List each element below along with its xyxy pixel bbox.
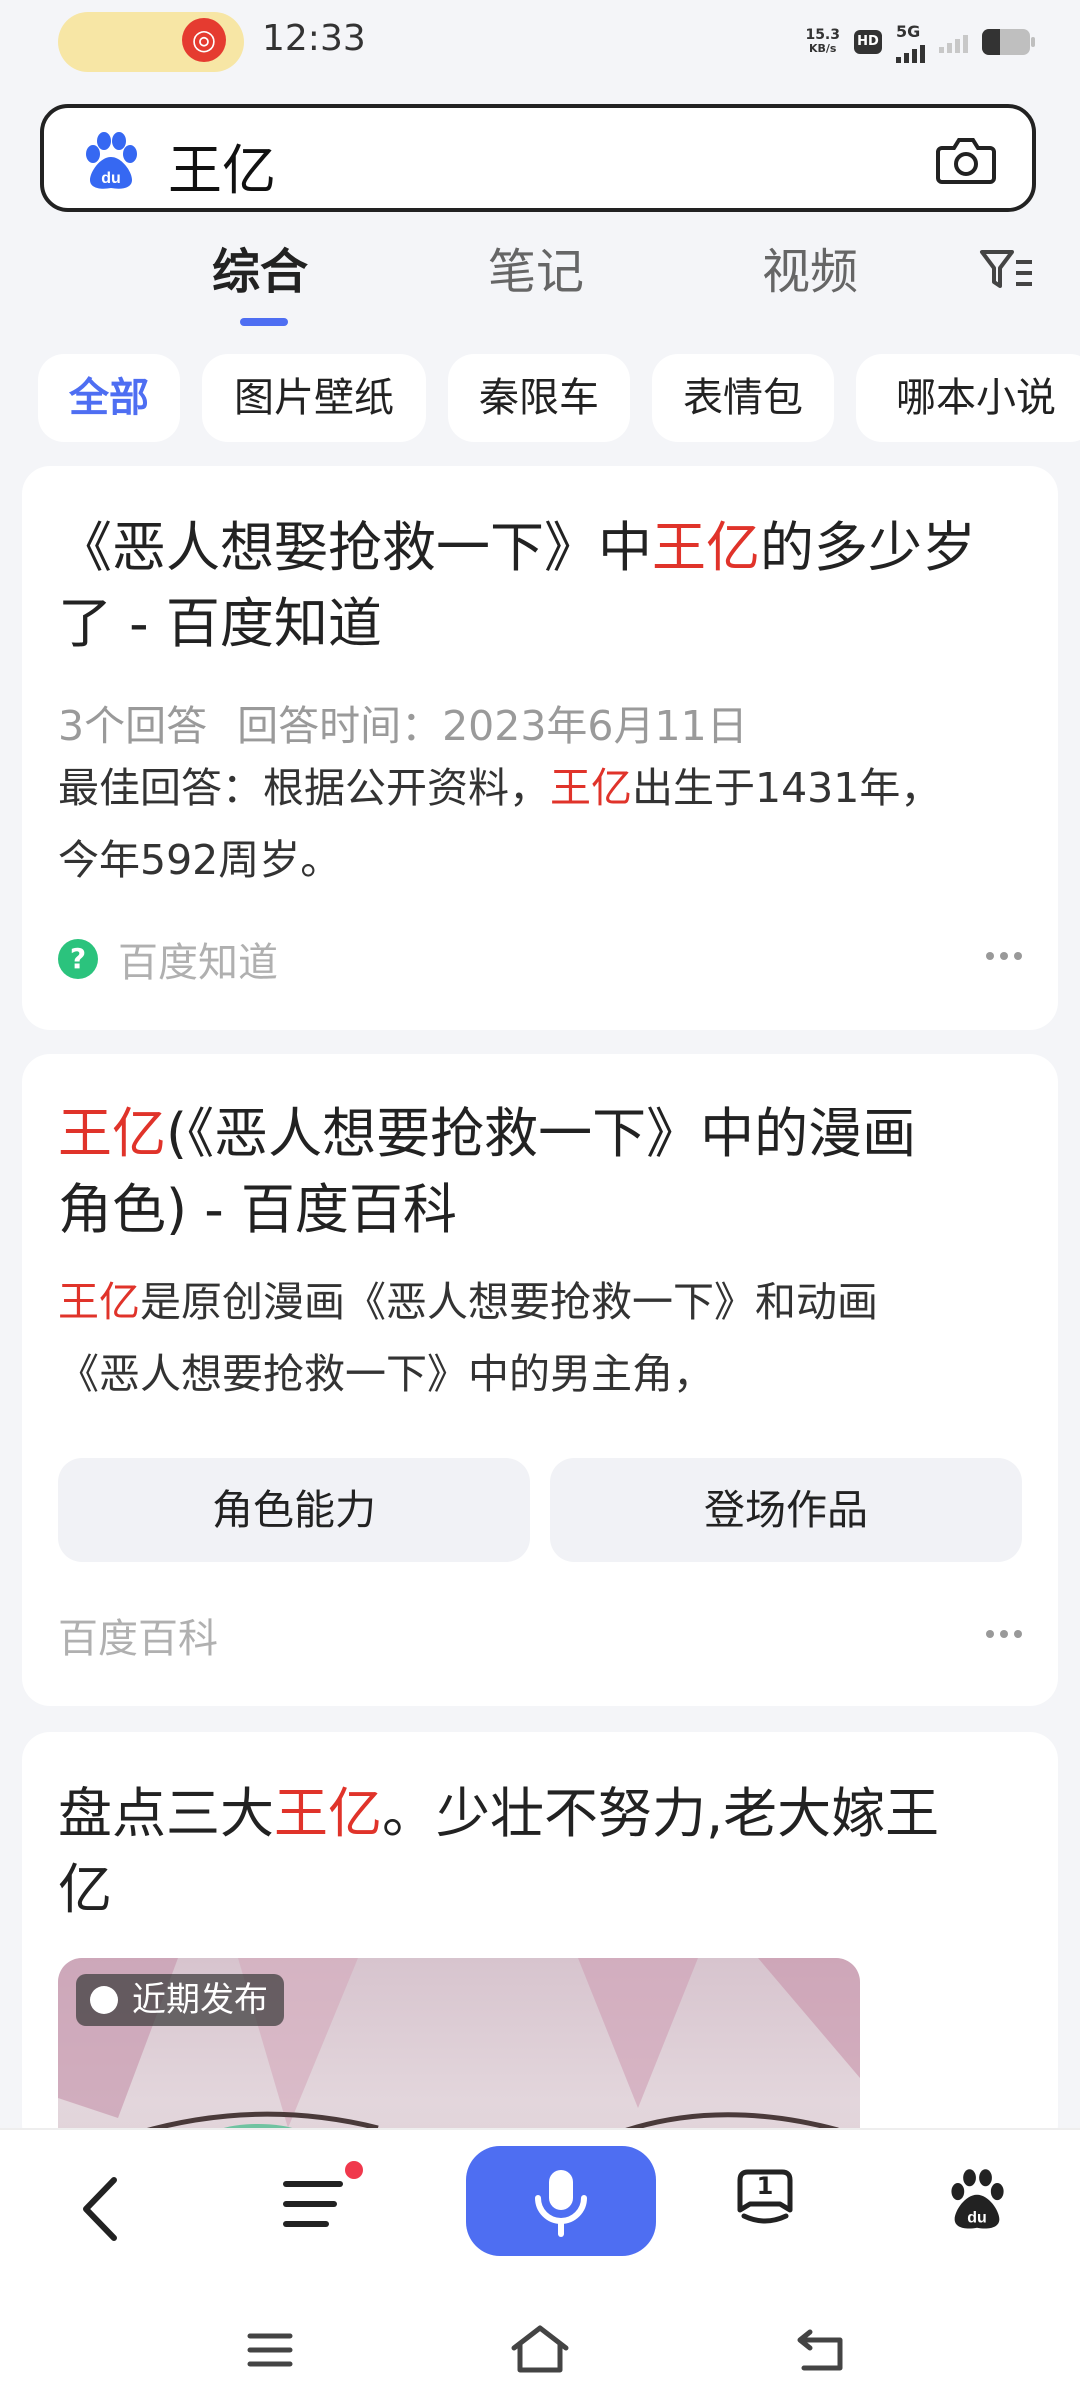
quick-links: 角色能力 登场作品 — [58, 1458, 1022, 1562]
tab-video[interactable]: 视频 — [762, 232, 858, 302]
recent-badge: 近期发布 — [76, 1974, 284, 2026]
tab-general[interactable]: 综合 — [212, 232, 308, 302]
camera-icon[interactable] — [936, 134, 996, 186]
tab-notes[interactable]: 笔记 — [488, 232, 584, 302]
svg-text:du: du — [967, 2209, 987, 2226]
hd-icon: HD — [854, 30, 882, 54]
chip-all[interactable]: 全部 — [38, 354, 180, 442]
active-tab-indicator — [240, 318, 288, 326]
result-title[interactable]: 《恶人想娶抢救一下》中王亿的多少岁 了 - 百度知道 — [58, 510, 976, 662]
result-title[interactable]: 盘点三大王亿。少壮不努力,老大嫁王 亿 — [58, 1776, 939, 1928]
svg-text:du: du — [101, 170, 121, 187]
signal-bars-secondary-icon — [939, 31, 968, 53]
result-tabs: 综合 笔记 视频 — [0, 232, 1080, 332]
voice-search-button[interactable] — [466, 2146, 656, 2256]
appearances-button[interactable]: 登场作品 — [550, 1458, 1022, 1562]
netease-music-icon[interactable]: ◎ — [182, 18, 226, 62]
chip-qin-xian-che[interactable]: 秦限车 — [448, 354, 630, 442]
chip-stickers[interactable]: 表情包 — [652, 354, 834, 442]
result-source[interactable]: ? 百度知道 — [58, 930, 278, 988]
search-input[interactable]: 王亿 — [168, 126, 276, 205]
tabs-button[interactable]: 1 — [734, 2166, 796, 2228]
status-bar: ◎ 12:33 15.3 KB/s HD 5G — [0, 0, 1080, 84]
filter-chips: 全部 图片壁纸 秦限车 表情包 哪本小说 — [38, 354, 1080, 442]
zhidao-question-icon: ? — [58, 939, 98, 979]
result-snippet: 最佳回答：根据公开资料，王亿出生于1431年， 今年592周岁。 — [58, 764, 942, 884]
result-snippet: 王亿是原创漫画《恶人想要抢救一下》和动画 《恶人想要抢救一下》中的男主角， — [58, 1278, 878, 1398]
status-time: 12:33 — [262, 18, 366, 59]
result-card-zhidao[interactable]: 《恶人想娶抢救一下》中王亿的多少岁 了 - 百度知道 3个回答 回答时间：2023… — [22, 466, 1058, 1030]
microphone-icon — [535, 2170, 587, 2237]
status-indicators: 15.3 KB/s HD 5G — [805, 22, 1035, 63]
recents-icon[interactable] — [246, 2330, 294, 2370]
result-card-article[interactable]: 盘点三大王亿。少壮不努力,老大嫁王 亿 近期发布 — [22, 1732, 1058, 2198]
chip-wallpaper[interactable]: 图片壁纸 — [202, 354, 426, 442]
result-card-baike[interactable]: 王亿(《恶人想要抢救一下》中的漫画 角色) - 百度百科 王亿是原创漫画《恶人想… — [22, 1054, 1058, 1706]
role-ability-button[interactable]: 角色能力 — [58, 1458, 530, 1562]
system-navigation-bar — [0, 2290, 1080, 2400]
signal-5g: 5G — [896, 22, 925, 63]
menu-icon[interactable] — [282, 2160, 368, 2240]
tabs-count: 1 — [756, 2172, 774, 2200]
more-options-icon[interactable] — [986, 1630, 1022, 1638]
result-title[interactable]: 王亿(《恶人想要抢救一下》中的漫画 角色) - 百度百科 — [58, 1096, 916, 1248]
back-icon[interactable] — [76, 2174, 126, 2244]
baidu-paw-icon: du — [86, 132, 137, 189]
clock-icon — [90, 1986, 118, 2014]
result-meta: 3个回答 回答时间：2023年6月11日 — [58, 702, 748, 750]
bottom-toolbar: 1 du — [0, 2128, 1080, 2292]
signal-bars-icon — [896, 41, 925, 63]
search-box[interactable]: du 王亿 — [40, 104, 1036, 212]
network-speed: 15.3 KB/s — [805, 27, 840, 55]
home-icon[interactable] — [510, 2324, 570, 2374]
back-nav-icon[interactable] — [796, 2328, 848, 2372]
baidu-paw-icon[interactable]: du — [944, 2166, 1010, 2232]
more-options-icon[interactable] — [986, 952, 1022, 960]
result-source[interactable]: 百度百科 — [58, 1606, 218, 1664]
chip-which-novel[interactable]: 哪本小说 — [856, 354, 1080, 442]
filter-icon[interactable] — [978, 246, 1034, 294]
battery-icon — [982, 29, 1035, 55]
